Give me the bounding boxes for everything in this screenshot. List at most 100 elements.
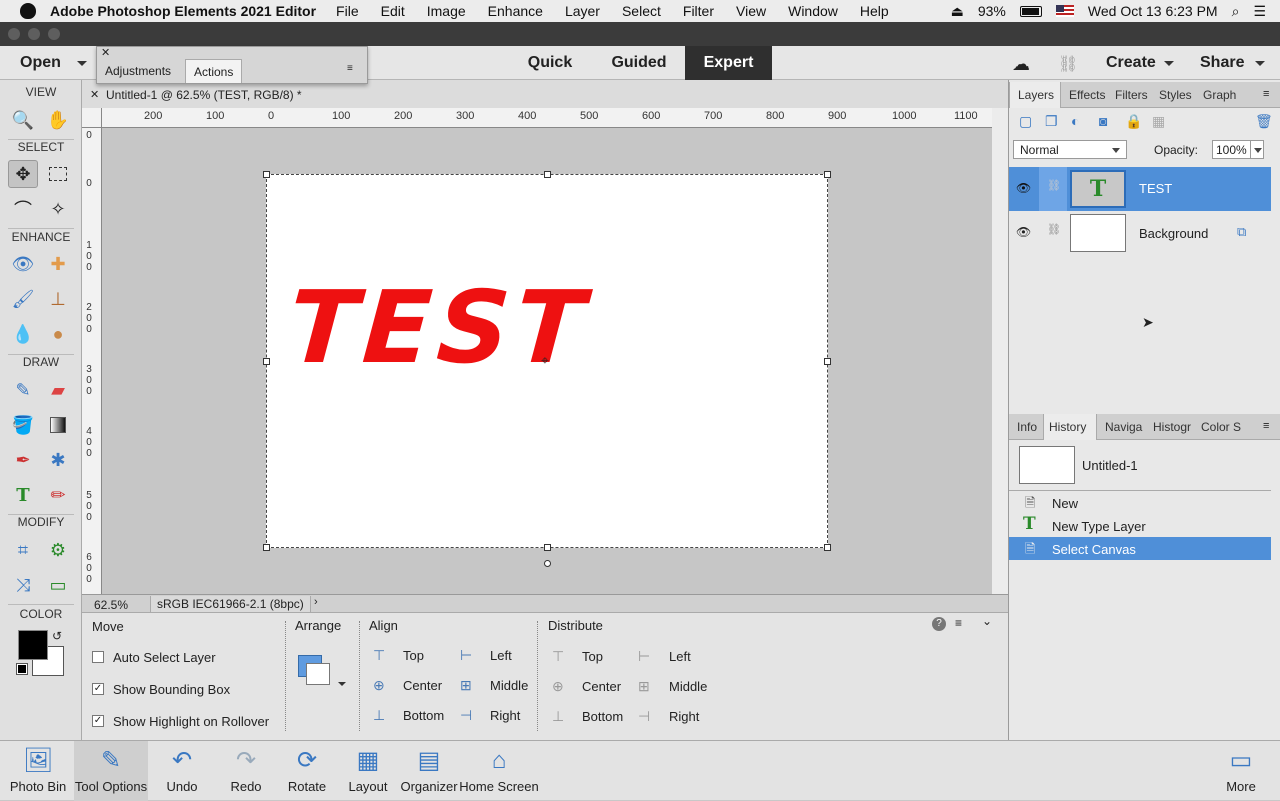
tab-navigator[interactable]: Naviga	[1105, 414, 1145, 440]
blur-tool-icon[interactable]: 💧	[8, 320, 38, 348]
menu-edit[interactable]: Edit	[381, 3, 405, 19]
vertical-scrollbar[interactable]	[992, 108, 1008, 594]
spotlight-search-icon[interactable]: ⌕	[1232, 3, 1240, 20]
align-middle-label[interactable]: Middle	[490, 678, 528, 693]
align-right-icon[interactable]: ⊣	[460, 707, 478, 723]
transform-handle-r[interactable]	[824, 358, 831, 365]
tab-info[interactable]: Info	[1017, 414, 1043, 440]
notification-center-icon[interactable]: ☰	[1253, 3, 1266, 20]
link-icon[interactable]: ⛓	[1058, 54, 1078, 74]
menu-enhance[interactable]: Enhance	[488, 3, 543, 19]
show-bounding-box-checkbox[interactable]: ✓	[92, 683, 104, 695]
auto-select-layer-checkbox[interactable]	[92, 651, 104, 663]
straighten-tool-icon[interactable]: ▭	[43, 571, 73, 599]
undo-button[interactable]: ↶ Undo	[158, 741, 206, 801]
tab-color-swatches[interactable]: Color S	[1201, 414, 1241, 440]
swap-colors-icon[interactable]: ↺	[52, 629, 62, 643]
menu-layer[interactable]: Layer	[565, 3, 600, 19]
options-menu-icon[interactable]: ≡	[955, 616, 962, 630]
lock-icon[interactable]: 🔒	[1125, 113, 1142, 130]
layer-name[interactable]: Background	[1139, 226, 1208, 241]
eraser-tool-icon[interactable]: ▰	[43, 376, 73, 404]
align-center-icon[interactable]: ⊕	[373, 677, 391, 693]
align-bottom-label[interactable]: Bottom	[403, 708, 444, 723]
distribute-top-icon[interactable]: ⊤	[552, 648, 570, 664]
new-layer-icon[interactable]: ▢	[1019, 113, 1032, 130]
mode-guided[interactable]: Guided	[600, 46, 678, 80]
blend-mode-select[interactable]: Normal	[1013, 140, 1127, 159]
pencil-tool-icon[interactable]: ✏	[43, 481, 73, 509]
panel-menu-icon[interactable]: ≡	[347, 63, 353, 74]
layer-name[interactable]: TEST	[1139, 181, 1172, 196]
default-colors-icon[interactable]	[16, 663, 28, 675]
distribute-center-icon[interactable]: ⊕	[552, 678, 570, 694]
rotate-handle[interactable]	[544, 560, 551, 567]
recompose-tool-icon[interactable]: ⚙	[43, 536, 73, 564]
history-item-select-canvas[interactable]: 🗎 Select Canvas	[1009, 537, 1271, 560]
share-dropdown-icon[interactable]	[1255, 61, 1265, 71]
new-group-icon[interactable]: ❐	[1045, 113, 1058, 130]
delete-layer-icon[interactable]: 🗑	[1255, 113, 1273, 130]
open-dropdown-icon[interactable]	[77, 61, 87, 71]
organizer-button[interactable]: ▤ Organizer	[400, 741, 458, 801]
tab-histogram[interactable]: Histogr	[1153, 414, 1193, 440]
help-icon[interactable]: ?	[932, 617, 946, 631]
tab-graphics[interactable]: Graphi	[1203, 82, 1237, 108]
tool-options-button[interactable]: ✎ Tool Options	[74, 741, 148, 801]
history-snapshot[interactable]: Untitled-1	[1009, 441, 1271, 491]
collapse-chevron-icon[interactable]: ⌄	[982, 614, 992, 628]
layer-mask-icon[interactable]: ◙	[1099, 113, 1107, 129]
brush-tool-icon[interactable]: ✎	[8, 376, 38, 404]
redo-button[interactable]: ↷ Redo	[222, 741, 270, 801]
zoom-tool-icon[interactable]: 🔍	[8, 106, 38, 134]
distribute-left-icon[interactable]: ⊢	[638, 648, 656, 664]
flag-icon[interactable]	[1055, 5, 1074, 17]
eyedropper-tool-icon[interactable]: ✒	[8, 446, 38, 474]
link-icon[interactable]: ⛓	[1047, 223, 1061, 236]
panel-menu-icon[interactable]: ≡	[1263, 420, 1269, 432]
zoom-window-button[interactable]	[48, 28, 60, 40]
more-button[interactable]: ▭ More	[1216, 741, 1266, 801]
rotate-button[interactable]: ⟳ Rotate	[282, 741, 332, 801]
red-eye-tool-icon[interactable]: 👁	[8, 250, 38, 278]
type-tool-icon[interactable]: T	[8, 481, 38, 509]
link-icon[interactable]: ⛓	[1047, 179, 1061, 192]
distribute-right-icon[interactable]: ⊣	[638, 708, 656, 724]
create-button[interactable]: Create	[1106, 54, 1156, 72]
distribute-left-label[interactable]: Left	[669, 649, 691, 664]
distribute-middle-label[interactable]: Middle	[669, 679, 707, 694]
lock-transparent-icon[interactable]: ▦	[1152, 113, 1165, 130]
distribute-right-label[interactable]: Right	[669, 709, 699, 724]
gradient-tool-icon[interactable]	[43, 411, 73, 439]
history-item-new-type-layer[interactable]: T New Type Layer	[1009, 514, 1271, 537]
hand-tool-icon[interactable]: ✋	[43, 106, 73, 134]
align-right-label[interactable]: Right	[490, 708, 520, 723]
arrange-icon-front[interactable]	[306, 663, 330, 685]
align-middle-icon[interactable]: ⊞	[460, 677, 478, 693]
align-bottom-icon[interactable]: ⊥	[373, 707, 391, 723]
lasso-tool-icon[interactable]: ⌒	[8, 195, 38, 223]
panel-menu-icon[interactable]: ≡	[1263, 88, 1269, 100]
close-icon[interactable]: ✕	[101, 46, 110, 59]
crop-tool-icon[interactable]: ⌗	[8, 536, 38, 564]
create-dropdown-icon[interactable]	[1164, 61, 1174, 71]
layer-row-test[interactable]: 👁 ⛓ T TEST	[1009, 167, 1271, 211]
close-document-icon[interactable]: ✕	[90, 88, 99, 101]
document-tab-title[interactable]: Untitled-1 @ 62.5% (TEST, RGB/8) *	[106, 88, 302, 102]
distribute-top-label[interactable]: Top	[582, 649, 603, 664]
tab-filters[interactable]: Filters	[1115, 82, 1155, 108]
menu-select[interactable]: Select	[622, 3, 661, 19]
chevron-right-icon[interactable]: ›	[314, 596, 318, 608]
distribute-middle-icon[interactable]: ⊞	[638, 678, 656, 694]
visibility-eye-icon[interactable]: 👁	[1016, 225, 1031, 239]
distribute-center-label[interactable]: Center	[582, 679, 621, 694]
transform-handle-tr[interactable]	[824, 171, 831, 178]
align-top-icon[interactable]: ⊤	[373, 647, 391, 663]
paint-bucket-tool-icon[interactable]: 🪣	[8, 411, 38, 439]
open-button[interactable]: Open	[20, 54, 61, 72]
custom-shape-tool-icon[interactable]: ✱	[43, 446, 73, 474]
tab-adjustments[interactable]: Adjustments	[97, 59, 179, 83]
home-screen-button[interactable]: ⌂ Home Screen	[458, 741, 540, 801]
clock[interactable]: Wed Oct 13 6:23 PM	[1088, 3, 1218, 19]
opacity-field[interactable]: 100%	[1212, 140, 1264, 159]
